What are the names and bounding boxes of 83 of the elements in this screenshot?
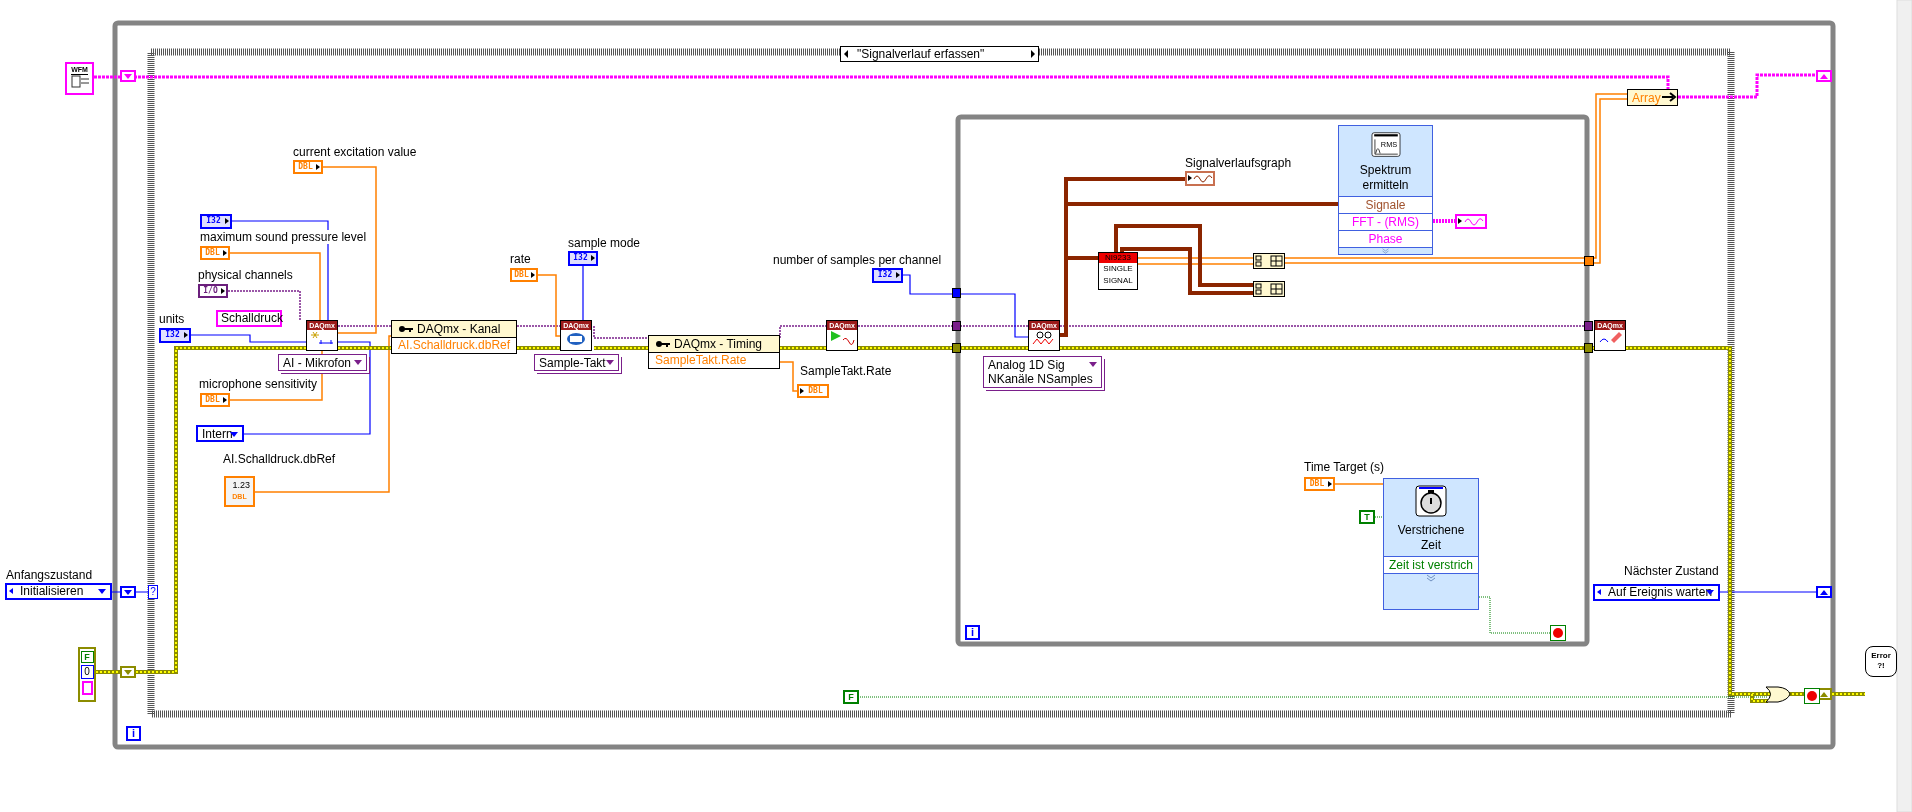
- tunnel: [1584, 256, 1594, 266]
- or-gate: [1765, 686, 1791, 703]
- terminal-label: number of samples per channel: [773, 253, 942, 267]
- string-constant: [81, 681, 93, 695]
- node-terminal-row[interactable]: Signale: [1339, 196, 1432, 214]
- shift-register: [120, 586, 136, 598]
- boolean-constant: F: [843, 690, 859, 704]
- channel-icon: [309, 330, 335, 346]
- stop-terminal: [1550, 625, 1566, 641]
- ring-constant[interactable]: Sample-Takt: [534, 354, 619, 371]
- wire: [582, 265, 584, 321]
- terminal-label: units: [159, 312, 185, 326]
- wire: [1334, 483, 1384, 485]
- numeric-constant: 0: [80, 665, 94, 679]
- shift-register: [1816, 70, 1832, 82]
- node-title: Verstrichene Zeit: [1397, 522, 1465, 554]
- ring-constant[interactable]: AI - Mikrofon: [278, 354, 367, 371]
- numeric-terminal: DBL: [510, 268, 538, 282]
- terminal-label: Nächster Zustand: [1624, 564, 1719, 578]
- waveform-icon: [1192, 173, 1213, 183]
- channel-terminal: I/O: [198, 284, 228, 298]
- tunnel: [952, 321, 961, 331]
- terminal-label: sample mode: [568, 236, 641, 250]
- play-icon: [829, 330, 855, 346]
- key-icon: [655, 339, 671, 349]
- clock-icon: [565, 330, 587, 346]
- key-icon: [398, 324, 414, 334]
- expand-icon[interactable]: [1384, 573, 1478, 582]
- node-label: Array: [1632, 90, 1661, 105]
- numeric-terminal: DBL: [1304, 477, 1335, 491]
- wire: [593, 346, 649, 350]
- terminal-label: maximum sound pressure level: [200, 230, 367, 244]
- node-terminal-row[interactable]: Zeit ist verstrich: [1384, 556, 1478, 573]
- terminal-label: physical channels: [198, 268, 293, 282]
- error-handler-node: Error ?!: [1865, 646, 1897, 677]
- iteration-terminal: i: [965, 625, 980, 640]
- eraser-icon: [1597, 330, 1623, 346]
- terminal-label: Anfangszustand: [6, 568, 93, 582]
- iteration-terminal: i: [126, 726, 141, 741]
- wire: [779, 361, 798, 392]
- tunnel: [952, 288, 961, 298]
- enum-constant[interactable]: Intern: [196, 425, 244, 442]
- tunnel: [952, 343, 961, 353]
- numeric-terminal: DBL: [200, 393, 230, 407]
- stop-terminal: [1804, 688, 1820, 704]
- build-array-node: [1253, 281, 1285, 297]
- case-selector[interactable]: "Signalverlauf erfassen": [840, 46, 1039, 62]
- boolean-constant: F: [80, 651, 94, 663]
- wire: [779, 325, 827, 339]
- node-label: SINGLE SIGNAL: [1103, 263, 1133, 287]
- node-title: Spektrum ermitteln: [1359, 162, 1412, 195]
- integer-terminal: I32: [159, 328, 191, 343]
- terminal-label: microphone sensitivity: [199, 377, 318, 391]
- shift-register: [1816, 586, 1832, 598]
- document-icon: [69, 75, 90, 89]
- numeric-terminal: DBL: [200, 246, 230, 260]
- shift-register: [120, 666, 136, 678]
- case-selector-terminal: ?: [148, 585, 158, 599]
- numeric-terminal: DBL: [293, 160, 323, 174]
- shift-register: [120, 70, 136, 82]
- integer-terminal: I32: [872, 268, 903, 283]
- expand-icon[interactable]: [1339, 247, 1432, 254]
- property-node-title: DAQmx - Kanal: [417, 322, 501, 336]
- ring-constant[interactable]: Analog 1D Sig NKanäle NSamples: [983, 356, 1102, 388]
- integer-terminal: I32: [200, 214, 232, 229]
- terminal-label: rate: [510, 252, 531, 266]
- numeric-terminal: DBL: [797, 384, 829, 398]
- wire: [779, 346, 827, 350]
- enum-constant[interactable]: Initialisieren: [5, 583, 112, 600]
- node-header: NI9233: [1099, 253, 1137, 263]
- terminal-label: current excitation value: [293, 145, 417, 159]
- terminal-label: SampleTakt.Rate: [800, 364, 892, 378]
- integer-terminal: I32: [568, 251, 598, 266]
- boolean-constant: T: [1359, 510, 1375, 524]
- build-array-node: [1253, 253, 1285, 269]
- terminal-label: AI.Schalldruck.dbRef: [223, 452, 336, 466]
- property-node-title: DAQmx - Timing: [674, 337, 762, 351]
- wire: [593, 325, 649, 339]
- wire: [1374, 516, 1384, 518]
- stopwatch-icon: [1415, 485, 1447, 517]
- terminal-label: Time Target (s): [1304, 460, 1384, 474]
- terminal-label: Signalverlaufsgraph: [1185, 156, 1292, 170]
- wire: [516, 346, 561, 350]
